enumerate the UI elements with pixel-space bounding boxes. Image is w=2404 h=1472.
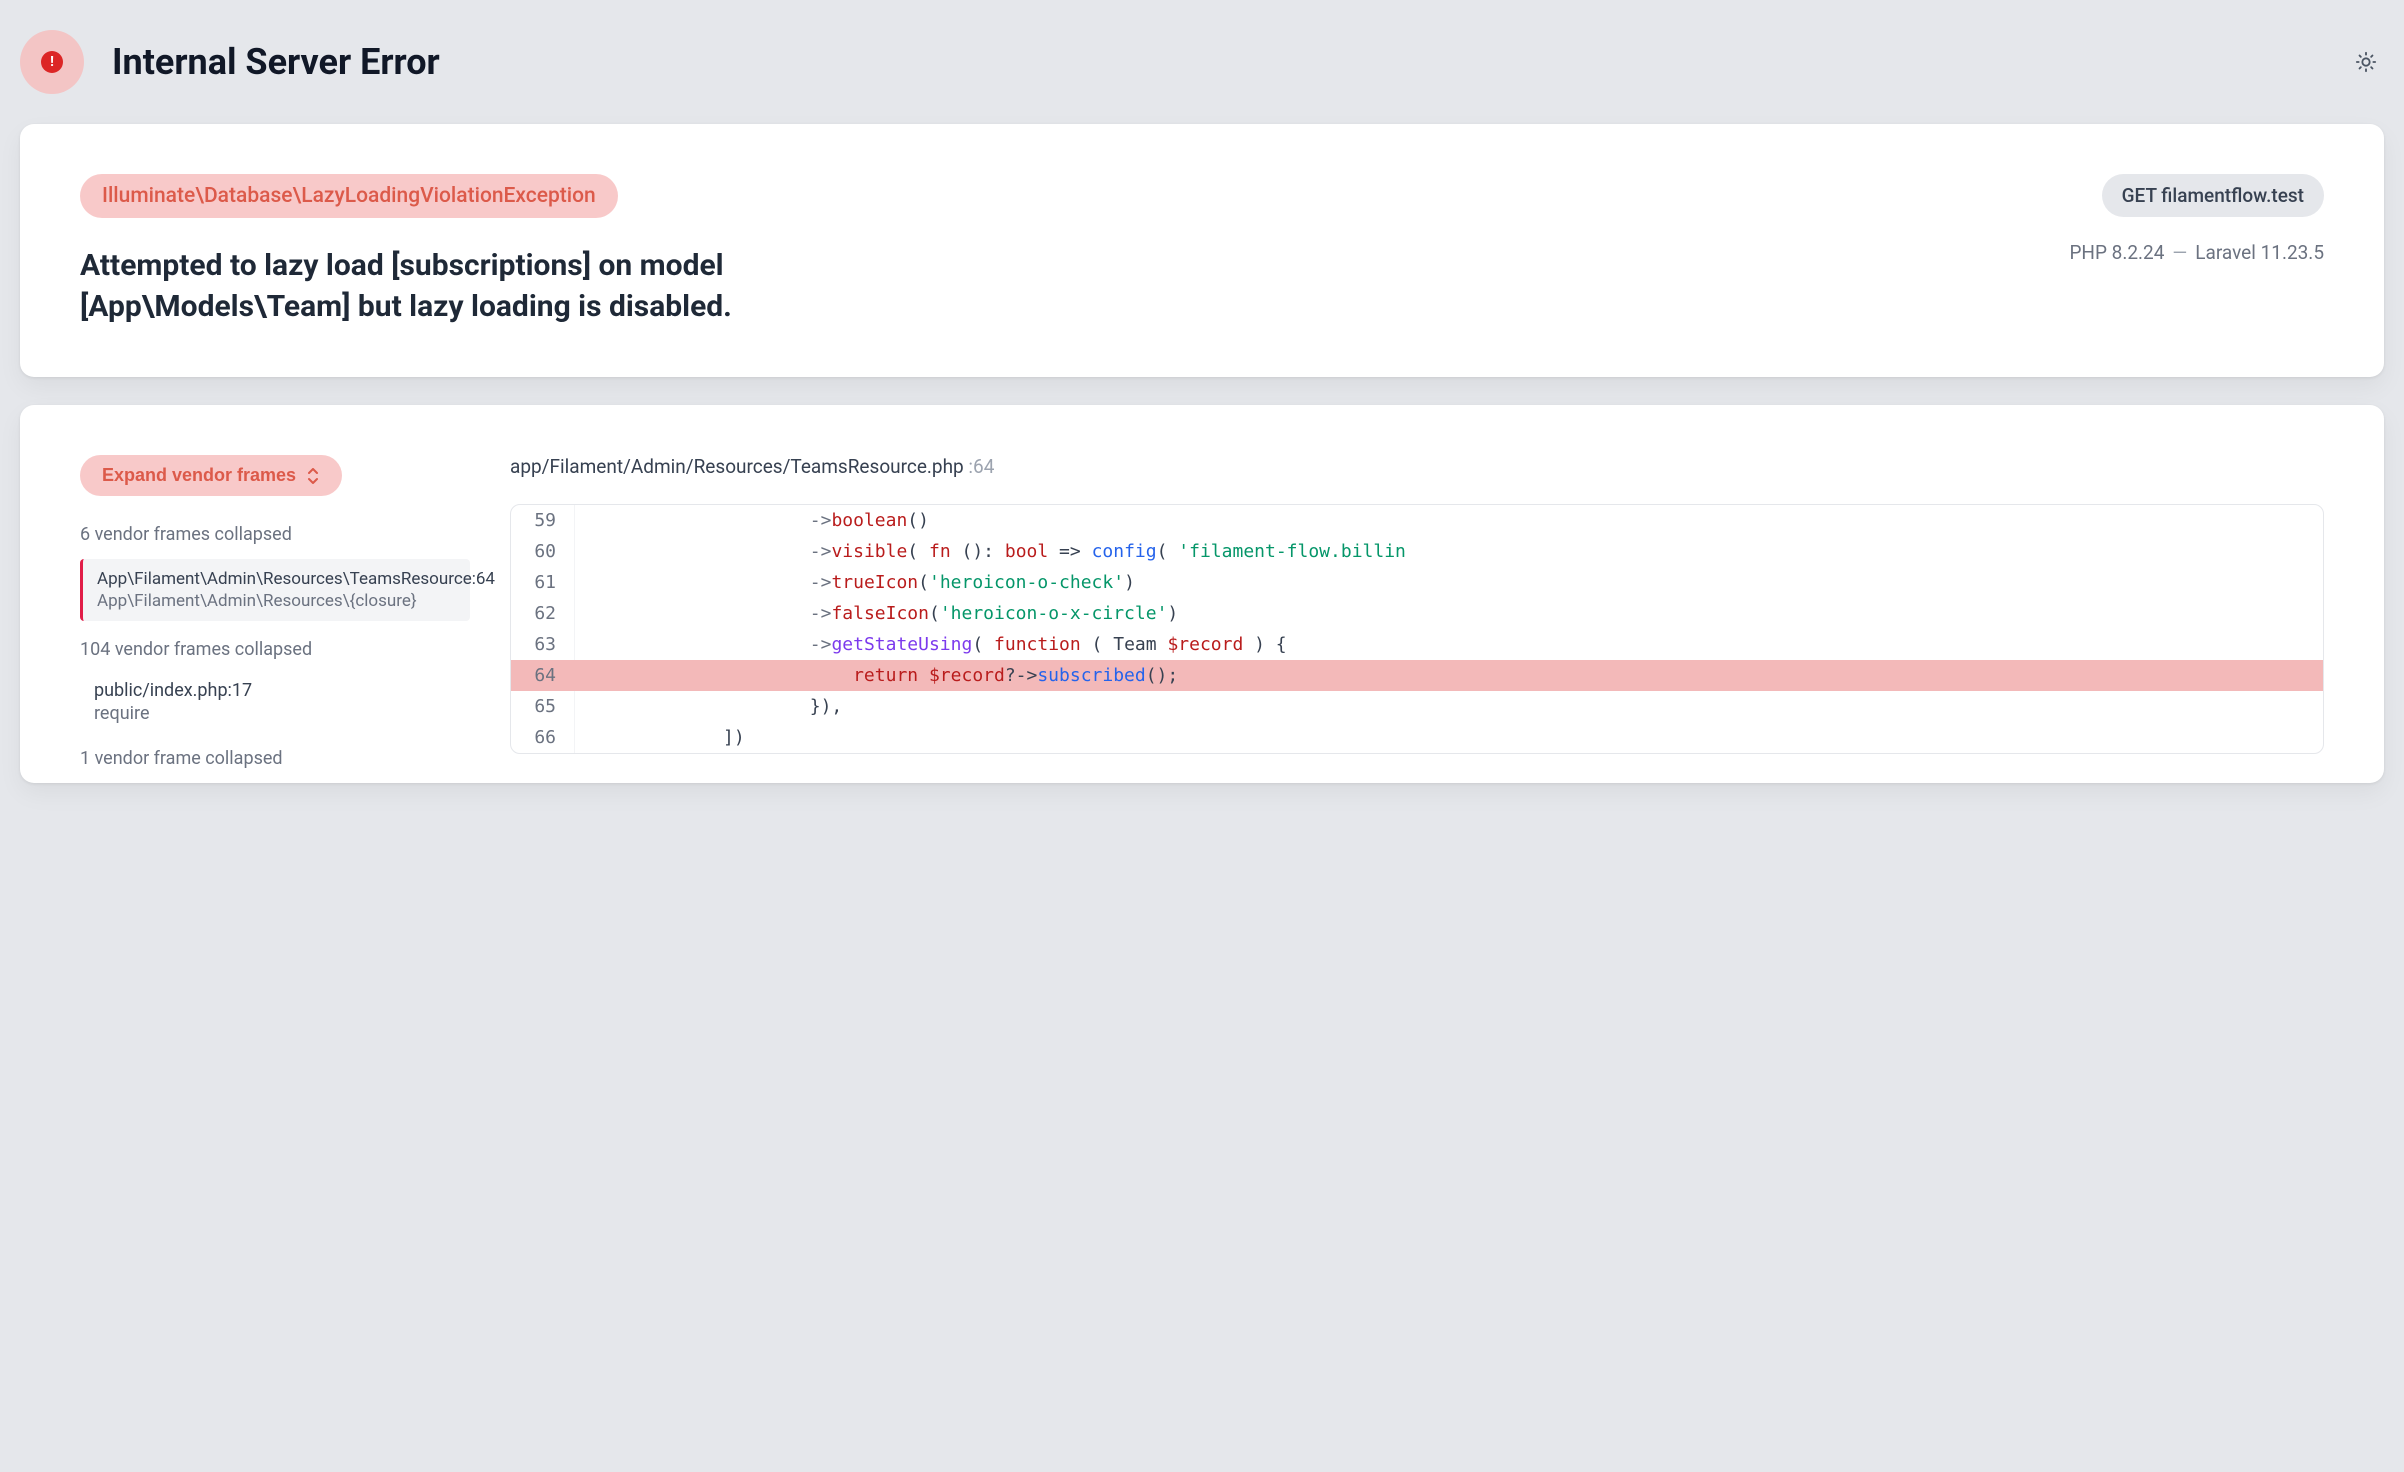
code-line: 60 ->visible( fn (): bool => config( 'fi… — [511, 536, 2323, 567]
code-content: return $record?->subscribed(); — [575, 660, 1178, 691]
frame-subtitle: App\Filament\Admin\Resources\{closure} — [97, 591, 456, 611]
collapsed-frames-mid[interactable]: 104 vendor frames collapsed — [80, 639, 470, 660]
frame-title: public/index.php:17 — [94, 680, 456, 701]
code-content: ]) — [575, 722, 745, 753]
frame-title: App\Filament\Admin\Resources\TeamsResour… — [97, 569, 456, 589]
file-line: :64 — [964, 455, 995, 478]
code-content: ->boolean() — [575, 505, 929, 536]
line-number: 66 — [511, 722, 575, 753]
line-number: 64 — [511, 660, 575, 691]
line-number: 63 — [511, 629, 575, 660]
frame-subtitle: require — [94, 703, 456, 724]
theme-toggle-button[interactable] — [2348, 44, 2384, 80]
error-message: Attempted to lazy load [subscriptions] o… — [80, 246, 980, 327]
error-info: Illuminate\Database\LazyLoadingViolation… — [80, 174, 980, 327]
collapsed-frames-top[interactable]: 6 vendor frames collapsed — [80, 524, 470, 545]
line-number: 60 — [511, 536, 575, 567]
page-header: ! Internal Server Error — [20, 20, 2384, 124]
chevron-up-down-icon — [306, 468, 320, 484]
code-line: 61 ->trueIcon('heroicon-o-check') — [511, 567, 2323, 598]
line-number: 59 — [511, 505, 575, 536]
code-content: ->getStateUsing( function ( Team $record… — [575, 629, 1287, 660]
code-content: ->falseIcon('heroicon-o-x-circle') — [575, 598, 1178, 629]
line-number: 62 — [511, 598, 575, 629]
stack-frame[interactable]: public/index.php:17 require — [80, 674, 470, 730]
code-content: ->trueIcon('heroicon-o-check') — [575, 567, 1135, 598]
stack-frame-active[interactable]: App\Filament\Admin\Resources\TeamsResour… — [80, 559, 470, 621]
header-left: ! Internal Server Error — [20, 30, 440, 94]
request-meta: GET filamentflow.test PHP 8.2.24—Laravel… — [2069, 174, 2324, 264]
exception-chip: Illuminate\Database\LazyLoadingViolation… — [80, 174, 618, 218]
env-line: PHP 8.2.24—Laravel 11.23.5 — [2069, 241, 2324, 264]
framework-version: Laravel 11.23.5 — [2195, 241, 2324, 264]
trace-card: Expand vendor frames 6 vendor frames col… — [20, 405, 2384, 783]
expand-frames-label: Expand vendor frames — [102, 465, 296, 486]
code-box: 59 ->boolean() 60 ->visible( fn (): bool… — [510, 504, 2324, 754]
file-path: app/Filament/Admin/Resources/TeamsResour… — [510, 455, 2324, 478]
stack-frames: Expand vendor frames 6 vendor frames col… — [80, 455, 470, 783]
code-panel: app/Filament/Admin/Resources/TeamsResour… — [510, 455, 2324, 783]
code-line: 66 ]) — [511, 722, 2323, 753]
line-number: 61 — [511, 567, 575, 598]
code-content: }), — [575, 691, 842, 722]
code-content: ->visible( fn (): bool => config( 'filam… — [575, 536, 1406, 567]
error-icon: ! — [20, 30, 84, 94]
code-line: 62 ->falseIcon('heroicon-o-x-circle') — [511, 598, 2323, 629]
file-name: app/Filament/Admin/Resources/TeamsResour… — [510, 455, 964, 478]
page-title: Internal Server Error — [112, 41, 440, 83]
code-line: 59 ->boolean() — [511, 505, 2323, 536]
code-line-highlight: 64 return $record?->subscribed(); — [511, 660, 2323, 691]
line-number: 65 — [511, 691, 575, 722]
request-chip: GET filamentflow.test — [2102, 174, 2324, 217]
code-line: 65 }), — [511, 691, 2323, 722]
collapsed-frames-bot[interactable]: 1 vendor frame collapsed — [80, 748, 470, 769]
code-line: 63 ->getStateUsing( function ( Team $rec… — [511, 629, 2323, 660]
sun-icon — [2355, 51, 2377, 73]
error-card: Illuminate\Database\LazyLoadingViolation… — [20, 124, 2384, 377]
expand-frames-button[interactable]: Expand vendor frames — [80, 455, 342, 496]
exclamation-icon: ! — [41, 51, 63, 73]
php-version: PHP 8.2.24 — [2069, 241, 2164, 264]
